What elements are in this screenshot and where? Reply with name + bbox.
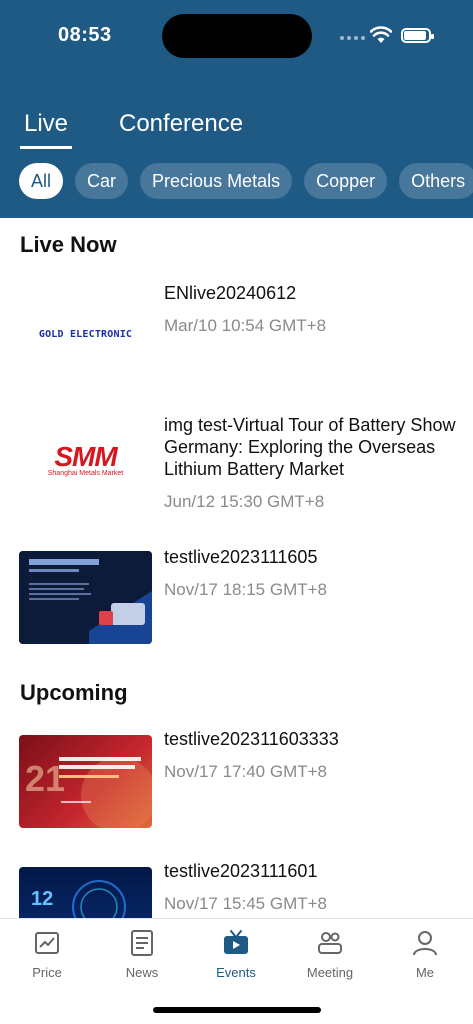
event-thumbnail [19, 551, 152, 644]
person-icon [413, 931, 437, 956]
top-tabs: Live Conference [0, 110, 473, 150]
cellular-signal-icon [340, 36, 365, 40]
tabbar-me[interactable]: Me [385, 919, 465, 989]
event-time: Nov/17 17:40 GMT+8 [164, 762, 328, 781]
news-icon [131, 930, 153, 956]
event-thumbnail: 21 [19, 735, 152, 828]
chip-copper[interactable]: Copper [304, 163, 388, 199]
tabbar-news[interactable]: News [102, 919, 182, 989]
smm-logo: SMM Shanghai Metals Market [47, 441, 124, 478]
battery-icon [401, 28, 434, 43]
event-thumbnail: GOLD ELECTRONIC [19, 288, 152, 381]
meeting-icon [318, 932, 342, 954]
event-poster-image: 12 [31, 880, 126, 918]
header: 08:53 Live Conference All Car Precious M… [0, 0, 473, 218]
tabbar-price[interactable]: Price [7, 919, 87, 989]
event-time: Nov/17 15:45 GMT+8 [164, 894, 328, 913]
event-time: Jun/12 15:30 GMT+8 [164, 492, 325, 511]
home-indicator [153, 1007, 321, 1013]
tabbar-events[interactable]: Events [196, 919, 276, 989]
event-title: testlive2023111605 [164, 547, 318, 567]
list-item[interactable]: 21 testlive202311603333 Nov/17 17:40 GMT… [0, 728, 473, 838]
event-time: Nov/17 18:15 GMT+8 [164, 580, 328, 599]
tv-icon [224, 930, 248, 954]
event-title: testlive2023111601 [164, 861, 318, 881]
chart-icon [35, 932, 59, 954]
category-chips: All Car Precious Metals Copper Others [19, 163, 473, 199]
list-item[interactable]: SMM Shanghai Metals Market img test-Virt… [0, 414, 473, 524]
tab-live[interactable]: Live [19, 110, 73, 149]
event-poster-image [19, 551, 152, 644]
event-title: img test-Virtual Tour of Battery Show Ge… [164, 415, 456, 479]
list-item[interactable]: 12 testlive2023111601 Nov/17 15:45 GMT+8 [0, 860, 473, 918]
event-title: testlive202311603333 [164, 729, 339, 749]
tabbar-meeting[interactable]: Meeting [290, 919, 370, 989]
list-item[interactable]: testlive2023111605 Nov/17 18:15 GMT+8 [0, 546, 473, 646]
svg-text:12: 12 [31, 888, 53, 910]
event-list[interactable]: Live Now GOLD ELECTRONIC ENlive20240612 … [0, 218, 473, 918]
chip-precious-metals[interactable]: Precious Metals [140, 163, 293, 199]
status-bar: 08:53 [0, 0, 473, 60]
svg-text:21: 21 [25, 758, 65, 799]
chip-others[interactable]: Others [399, 163, 473, 199]
tab-conference[interactable]: Conference [119, 110, 243, 138]
chip-car[interactable]: Car [75, 163, 129, 199]
gold-electronic-logo: GOLD ELECTRONIC [38, 329, 133, 340]
event-thumbnail: 12 [19, 867, 152, 918]
chip-all[interactable]: All [19, 163, 64, 199]
list-item[interactable]: GOLD ELECTRONIC ENlive20240612 Mar/10 10… [0, 282, 473, 392]
dynamic-island [162, 14, 312, 58]
status-time: 08:53 [58, 24, 112, 46]
section-title-live-now: Live Now [20, 232, 117, 257]
wifi-icon [370, 26, 392, 43]
event-thumbnail: SMM Shanghai Metals Market [19, 414, 152, 507]
event-title: ENlive20240612 [164, 283, 297, 303]
event-poster-image: 21 [25, 757, 152, 828]
section-title-upcoming: Upcoming [20, 680, 128, 705]
event-time: Mar/10 10:54 GMT+8 [164, 316, 327, 335]
